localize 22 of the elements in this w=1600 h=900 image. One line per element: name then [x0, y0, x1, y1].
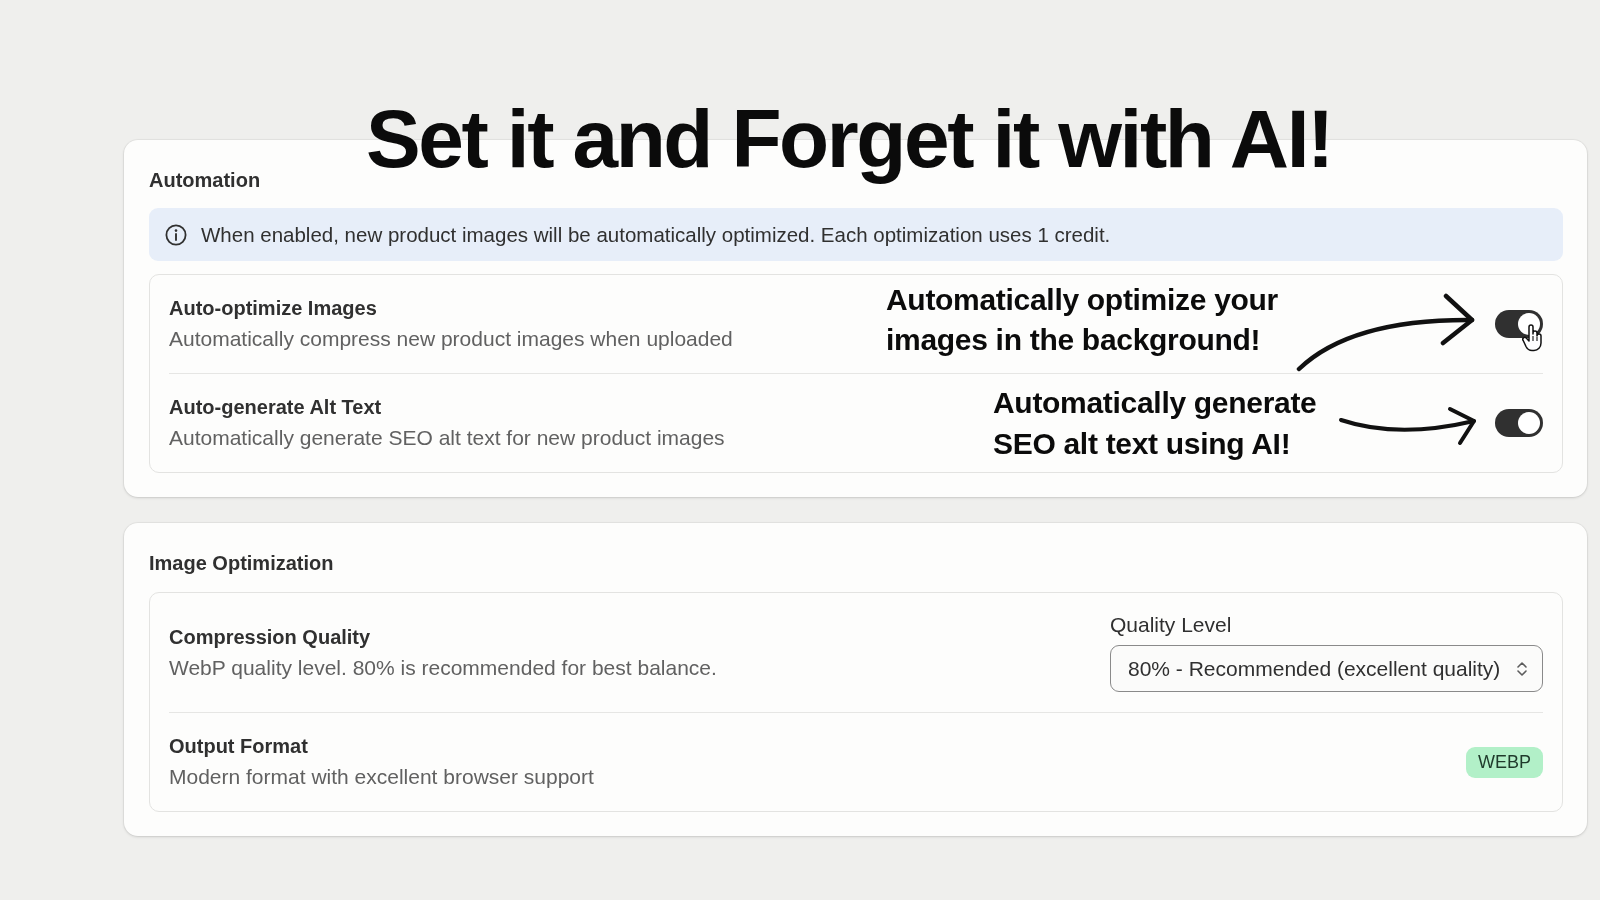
setting-description: Automatically compress new product images when uploaded [169, 326, 733, 352]
curved-arrow-icon [1338, 405, 1478, 446]
chevron-up-down-icon [1516, 659, 1528, 678]
setting-description: Automatically generate SEO alt text for new product images [169, 425, 725, 451]
toggle-switch[interactable] [1495, 409, 1543, 437]
handwritten-note: Automatically optimize your images in the background! [886, 282, 1278, 358]
setting-title: Auto-optimize Images [169, 296, 377, 320]
quality-select[interactable]: 80% - Recommended (excellent quality) [1110, 645, 1543, 692]
format-badge: WEBP [1466, 746, 1543, 778]
setting-title: Output Format [169, 734, 308, 758]
info-icon [165, 223, 187, 246]
toggle-switch[interactable] [1495, 310, 1543, 338]
setting-description: WebP quality level. 80% is recommended for best balance. [169, 654, 717, 681]
section-title: Automation [149, 168, 261, 192]
setting-description: Modern format with excellent browser support [169, 764, 594, 790]
setting-title: Compression Quality [169, 624, 371, 649]
setting-title: Auto-generate Alt Text [169, 395, 382, 419]
handwritten-note: Automatically generate SEO alt text using AI! [993, 385, 1317, 462]
section-title: Image Optimization [149, 551, 334, 575]
banner-text: When enabled, new product images will be automatically optimized. Each optimization uses 1 credit. [201, 222, 1111, 247]
select-label: Quality Level [1110, 613, 1232, 637]
curved-arrow-icon [1296, 293, 1476, 372]
